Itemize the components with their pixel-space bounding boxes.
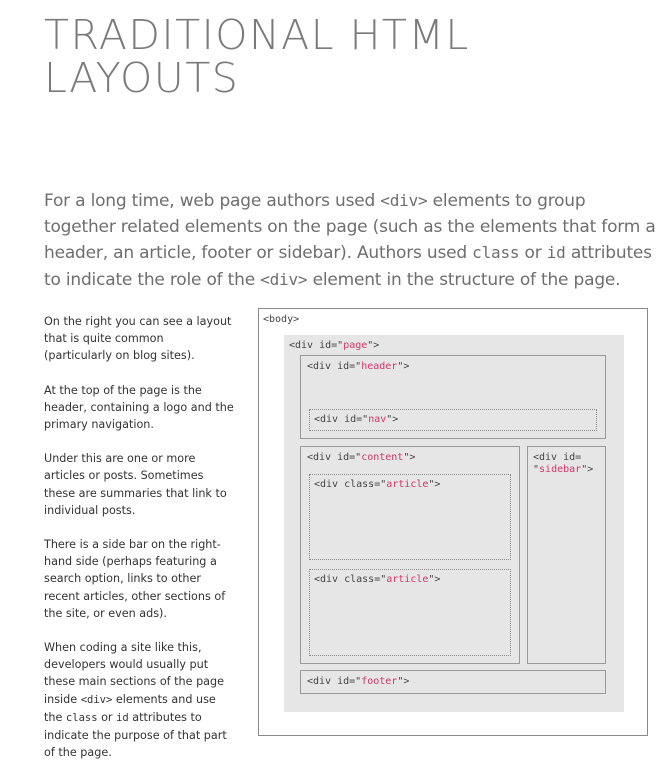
intro-text: or: [519, 243, 547, 263]
sidebar-div: <div id= "sidebar">: [527, 446, 606, 664]
intro-text: element in the structure of the page.: [307, 269, 621, 290]
side-note-3: Under this are one or more articles or p…: [44, 452, 227, 517]
article-label-2: <div class="article">: [314, 574, 441, 585]
page-div: <div id="page"> <div id="header"> <div i…: [284, 335, 624, 712]
intro-paragraph: For a long time, web page authors used <…: [44, 188, 656, 293]
side-code: <div>: [80, 693, 113, 706]
layout-diagram: <body> <div id="page"> <div id="header">…: [258, 308, 648, 736]
content-label: <div id="content">: [307, 452, 416, 463]
side-note-1: On the right you can see a layout that i…: [44, 315, 232, 363]
intro-code: class: [472, 243, 520, 262]
page-label: <div id="page">: [289, 340, 380, 351]
header-div: <div id="header"> <div id="nav">: [300, 355, 606, 439]
article-div-2: <div class="article">: [309, 569, 511, 656]
side-note-4: There is a side bar on the right-hand si…: [44, 538, 226, 620]
nav-label: <div id="nav">: [314, 414, 399, 425]
side-note-2: At the top of the page is the header, co…: [44, 383, 234, 432]
page-title: TRADITIONAL HTML LAYOUTS: [44, 14, 644, 100]
article-div-1: <div class="article">: [309, 474, 511, 560]
page-title-line-1: TRADITIONAL HTML: [44, 11, 470, 59]
side-text: or: [97, 710, 117, 724]
footer-label: <div id="footer">: [307, 676, 410, 687]
header-label: <div id="header">: [307, 361, 410, 372]
side-notes: On the right you can see a layout that i…: [44, 313, 234, 778]
sidebar-label: <div id= "sidebar">: [533, 452, 594, 475]
footer-div: <div id="footer">: [300, 670, 606, 694]
side-code: class: [65, 711, 98, 724]
intro-code: <div>: [260, 269, 308, 289]
page-title-line-2: LAYOUTS: [44, 54, 240, 102]
intro-code: <div>: [380, 191, 428, 210]
intro-text: For a long time, web page authors used: [44, 191, 381, 211]
content-div: <div id="content"> <div class="article">…: [300, 446, 520, 664]
body-label: <body>: [263, 314, 300, 325]
side-note-5: When coding a site like this, developers…: [44, 639, 234, 761]
article-label-1: <div class="article">: [314, 479, 441, 490]
nav-div: <div id="nav">: [309, 409, 597, 431]
intro-code: id: [546, 243, 566, 262]
side-code: id: [116, 711, 129, 724]
